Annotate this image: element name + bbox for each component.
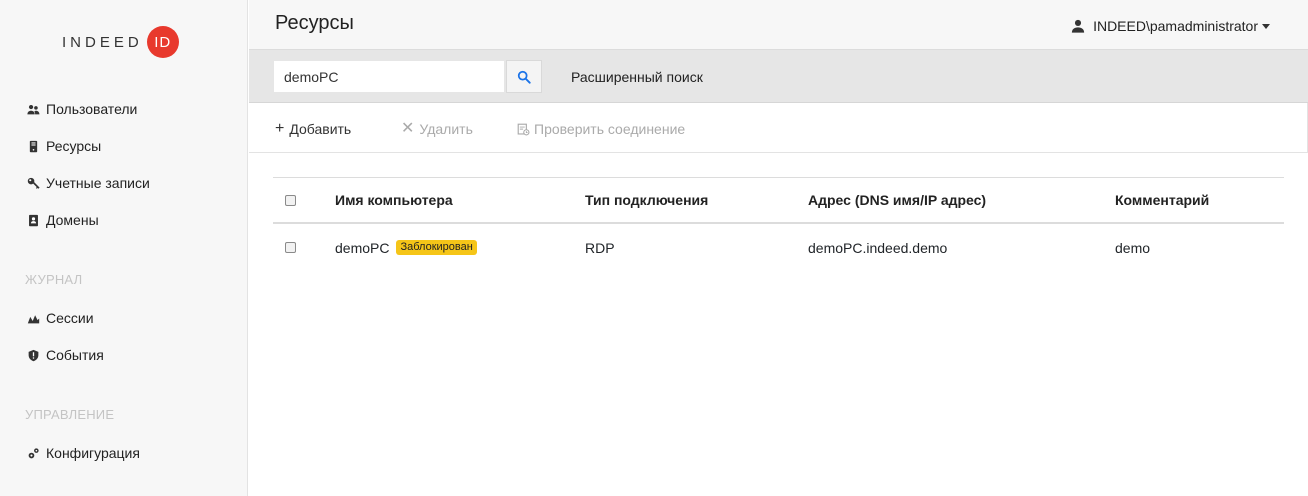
toolbar: + Добавить ✕ Удалить Проверить соединени… [249,103,1308,153]
add-button-label: Добавить [289,121,352,137]
computer-name: demoPC [335,239,390,256]
logo-badge: ID [146,26,179,58]
computer-name-cell: demoPC Заблокирован [335,224,477,271]
column-header[interactable]: Комментарий [1115,178,1209,222]
delete-button-label: Удалить [419,121,473,137]
sidebar-item-label: Конфигурация [46,445,140,461]
logo[interactable]: INDEED ID [62,26,179,58]
check-connection-button[interactable]: Проверить соединение [517,121,685,137]
sidebar-item-label: Ресурсы [46,138,102,154]
search-bar: Расширенный поиск [249,50,1308,103]
search-button[interactable] [506,60,542,93]
resources-table: Имя компьютера Тип подключения Адрес (DN… [273,177,1284,271]
advanced-search-link[interactable]: Расширенный поиск [571,69,703,85]
column-header[interactable]: Адрес (DNS имя/IP адрес) [808,178,986,222]
table-header: Имя компьютера Тип подключения Адрес (DN… [273,177,1284,224]
sidebar-item-label: Домены [46,212,99,228]
plus-icon: + [275,120,285,137]
section-journal: ЖУРНАЛ [25,272,83,287]
sidebar: INDEED ID Пользователи Ресурсы Учетные з… [0,0,248,496]
sidebar-item-label: Сессии [46,310,94,326]
connection-type-cell: RDP [585,239,615,256]
header: Ресурсы INDEED\pamadministrator [249,0,1308,50]
sidebar-item-sessions[interactable]: Сессии [26,308,94,328]
page-title: Ресурсы [275,12,354,34]
status-badge: Заблокирован [396,240,477,255]
users-icon [26,102,40,116]
select-all-checkbox[interactable] [285,194,296,206]
column-header[interactable]: Тип подключения [585,178,708,222]
sidebar-item-domains[interactable]: Домены [26,210,99,230]
section-manage: УПРАВЛЕНИЕ [25,407,115,422]
address-cell: demoPC.indeed.demo [808,239,948,256]
check-connection-icon [517,123,530,135]
add-button[interactable]: + Добавить [275,120,352,138]
caret-down-icon [1262,23,1270,29]
row-select-cell [285,224,296,271]
user-menu[interactable]: INDEED\pamadministrator [1071,18,1270,34]
user-name: INDEED\pamadministrator [1093,18,1258,34]
sidebar-item-accounts[interactable]: Учетные записи [26,173,150,193]
search-icon [517,70,531,84]
sidebar-item-label: Пользователи [46,101,138,117]
cogs-icon [26,446,40,460]
sidebar-item-label: Учетные записи [46,175,150,191]
user-icon [1071,19,1085,33]
address-book-icon [26,213,40,227]
key-icon [26,176,40,190]
check-connection-label: Проверить соединение [534,121,686,137]
search-input[interactable] [273,60,505,93]
server-icon [26,139,40,153]
table-row[interactable]: demoPC Заблокирован RDP demoPC.indeed.de… [273,224,1284,271]
logo-text: INDEED [62,33,143,51]
column-header[interactable]: Имя компьютера [335,178,453,222]
close-icon: ✕ [401,120,415,137]
sidebar-item-configuration[interactable]: Конфигурация [26,443,140,463]
delete-button[interactable]: ✕ Удалить [401,120,473,138]
comment-cell: demo [1115,239,1151,256]
row-checkbox[interactable] [285,242,296,253]
select-all-cell [285,178,296,222]
sidebar-item-resources[interactable]: Ресурсы [26,136,101,156]
sidebar-item-events[interactable]: События [26,345,104,365]
sessions-icon [26,311,40,325]
sidebar-item-users[interactable]: Пользователи [26,99,137,119]
sidebar-item-label: События [46,347,104,363]
shield-alert-icon [26,348,40,362]
